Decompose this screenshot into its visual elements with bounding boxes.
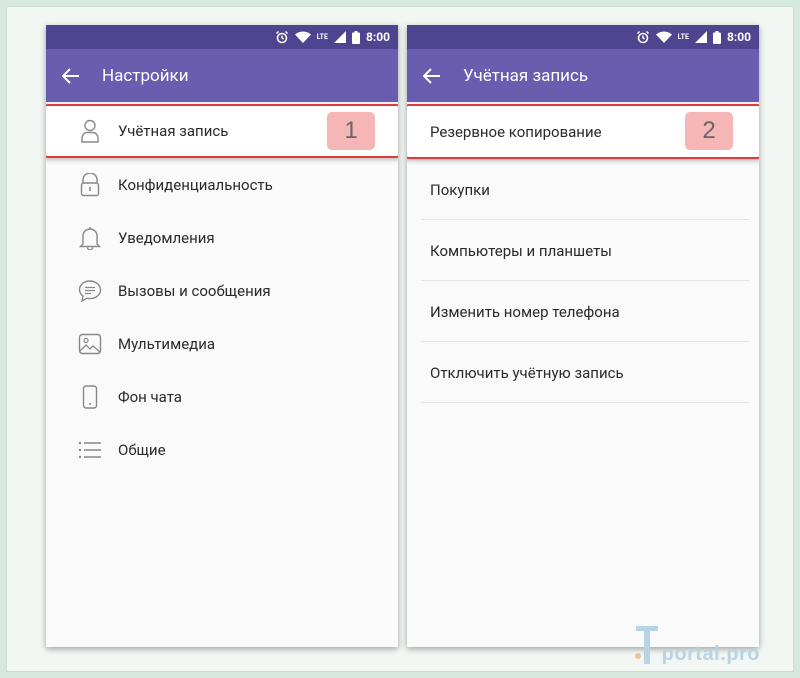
account-item-purchases[interactable]: Покупки [407, 159, 759, 220]
settings-item-multimedia[interactable]: Мультимедиа [46, 317, 398, 370]
settings-item-account[interactable]: Учётная запись 1 [46, 104, 398, 158]
settings-item-calls-messages[interactable]: Вызовы и сообщения [46, 264, 398, 317]
back-arrow-icon[interactable] [423, 65, 445, 87]
settings-list: Учётная запись 1 Конфиденциальность Увед… [46, 104, 398, 476]
settings-item-general[interactable]: Общие [46, 423, 398, 476]
status-bar: LTE 8:00 [407, 25, 759, 49]
signal-icon [333, 31, 346, 43]
list-icon [77, 437, 103, 463]
alarm-icon [636, 30, 650, 44]
person-icon [77, 118, 103, 144]
status-bar: LTE 8:00 [46, 25, 398, 49]
wifi-icon [294, 31, 311, 43]
page-title: Учётная запись [463, 65, 589, 86]
account-item-label: Отключить учётную запись [430, 363, 624, 382]
settings-item-label: Конфиденциальность [118, 175, 273, 194]
step-badge-2: 2 [685, 112, 733, 150]
lte-label: LTE [677, 33, 689, 41]
settings-item-chat-background[interactable]: Фон чата [46, 370, 398, 423]
wifi-icon [655, 31, 672, 43]
settings-item-label: Общие [118, 440, 166, 459]
watermark: portal.pro [634, 624, 760, 666]
page-title: Настройки [102, 65, 189, 86]
account-item-change-number[interactable]: Изменить номер телефона [407, 281, 759, 342]
app-bar: Учётная запись [407, 49, 759, 102]
account-item-backup[interactable]: Резервное копирование 2 [407, 104, 759, 159]
settings-item-privacy[interactable]: Конфиденциальность [46, 158, 398, 211]
bell-icon [77, 225, 103, 251]
settings-item-notifications[interactable]: Уведомления [46, 211, 398, 264]
step-badge-1: 1 [327, 112, 375, 150]
account-item-label: Покупки [430, 180, 490, 199]
phone-icon [77, 384, 103, 410]
image-icon [77, 331, 103, 357]
battery-icon [351, 30, 360, 44]
clock: 8:00 [726, 30, 751, 44]
portal-logo-icon [634, 624, 660, 666]
chat-icon [77, 278, 103, 304]
account-item-computers-tablets[interactable]: Компьютеры и планшеты [407, 220, 759, 281]
settings-screen: LTE 8:00 Настройки Учётная запись 1 Конф… [46, 25, 398, 647]
settings-item-label: Фон чата [118, 387, 182, 406]
account-screen: LTE 8:00 Учётная запись Резервное копиро… [407, 25, 759, 647]
settings-item-label: Учётная запись [118, 122, 229, 140]
lock-icon [77, 172, 103, 198]
lte-label: LTE [316, 33, 328, 41]
settings-item-label: Вызовы и сообщения [118, 281, 271, 300]
account-item-label: Резервное копирование [430, 122, 602, 141]
account-options-list: Резервное копирование 2 Покупки Компьюте… [407, 104, 759, 403]
watermark-text: portal.pro [661, 643, 760, 665]
settings-item-label: Уведомления [118, 228, 215, 247]
back-arrow-icon[interactable] [62, 65, 84, 87]
settings-item-label: Мультимедиа [118, 334, 216, 353]
app-bar: Настройки [46, 49, 398, 102]
account-item-deactivate[interactable]: Отключить учётную запись [407, 342, 759, 403]
clock: 8:00 [365, 30, 390, 44]
account-item-label: Изменить номер телефона [430, 302, 620, 321]
alarm-icon [275, 30, 289, 44]
battery-icon [712, 30, 721, 44]
signal-icon [694, 31, 707, 43]
account-item-label: Компьютеры и планшеты [430, 241, 612, 260]
